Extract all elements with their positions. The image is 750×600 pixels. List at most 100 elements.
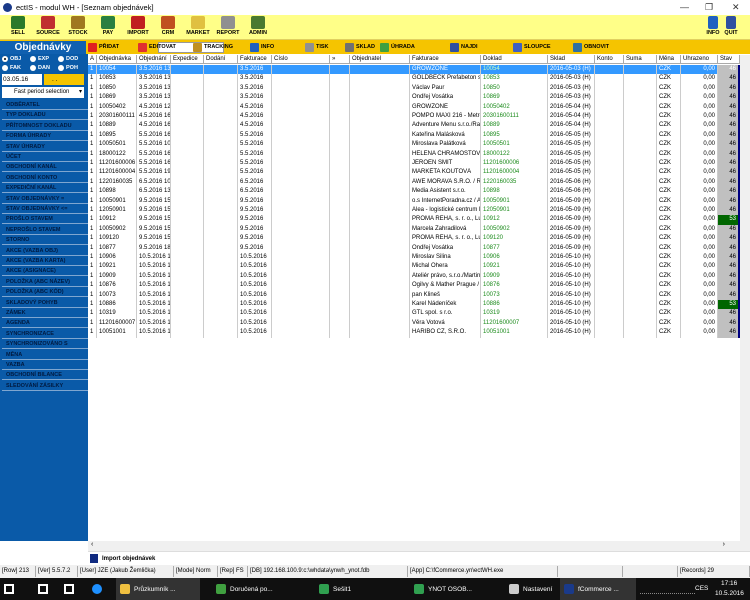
column-header[interactable]: Objednání	[137, 55, 171, 64]
column-header[interactable]: Suma	[624, 55, 657, 64]
column-header[interactable]: Měna	[657, 55, 681, 64]
table-row[interactable]: 1 10886 10.5.2016 1 10.5.2016 Karel Nádeníče…	[88, 300, 740, 310]
action-5-button[interactable]: SKLAD	[345, 42, 383, 52]
action-2-button[interactable]: TRACKING	[193, 42, 241, 52]
column-header[interactable]: Stav	[718, 55, 740, 64]
column-header[interactable]: Expedice	[171, 55, 204, 64]
column-header[interactable]: Konto	[595, 55, 624, 64]
scroll-left-icon[interactable]: ‹	[91, 541, 93, 548]
scroll-right-icon[interactable]: ›	[723, 541, 725, 548]
sidebar-filter-item[interactable]: STAV OBJEDNÁVKY <=	[2, 205, 88, 214]
sidebar-filter-item[interactable]: OBCHODNÍ KONTO	[2, 173, 88, 183]
sidebar-filter-item[interactable]: POLOŽKA (ABC KÓD)	[2, 288, 88, 298]
sidebar-filter-item[interactable]: SYNCHRONIZOVÁNO S	[2, 340, 88, 350]
sidebar-filter-item[interactable]: OBCHODNÍ KANÁL	[2, 163, 88, 173]
toolbar-report-button[interactable]: REPORT	[213, 16, 243, 36]
sidebar-filter-item[interactable]: AGENDA	[2, 319, 88, 329]
sidebar-filter-item[interactable]: AKCE (VAZBA OBJ)	[2, 246, 88, 256]
table-row[interactable]: 1 10073 10.5.2016 1 10.5.2016 pan Klineš 1007…	[88, 290, 740, 300]
sidebar-filter-item[interactable]: ODBĚRATEL	[2, 101, 88, 110]
radio-obj[interactable]: OBJ	[2, 56, 30, 62]
table-row[interactable]: 1 10921 10.5.2016 1 10.5.2016 Michal Ohera 10…	[88, 262, 740, 272]
toolbar-pay-button[interactable]: PAY	[93, 16, 123, 36]
language-indicator[interactable]: CES	[695, 585, 708, 592]
close-button[interactable]: ✕	[732, 2, 740, 13]
toolbar-crm-button[interactable]: CRM	[153, 16, 183, 36]
radio-fak[interactable]: FAK	[2, 65, 30, 71]
table-row[interactable]: 1 10054 3.5.2016 13 3.5.2016 GROWZONE 10054 20…	[88, 65, 740, 75]
table-row[interactable]: 1 11201600006 5.5.2016 16 5.5.2016 JEROEN SM…	[88, 159, 740, 169]
table-row[interactable]: 1 10895 5.5.2016 16 5.5.2016 Kateřina Malásk…	[88, 130, 740, 141]
table-row[interactable]: 1 10850 3.5.2016 13 3.5.2016 Václav Paur 1085…	[88, 83, 740, 94]
table-row[interactable]: 1 10853 3.5.2016 13 3.5.2016 GOLDBECK Prefab…	[88, 74, 740, 84]
sidebar-filter-item[interactable]: SKLADOVÝ POHYB	[2, 298, 88, 308]
table-row[interactable]: 1 10889 4.5.2016 16 4.5.2016 Adventure Menu …	[88, 121, 740, 131]
clock-time[interactable]: 17:16	[721, 580, 737, 587]
column-header[interactable]: A	[88, 55, 97, 64]
search-icon[interactable]	[38, 584, 48, 594]
horizontal-scrollbar[interactable]: ‹ ›	[88, 541, 750, 551]
radio-dod[interactable]: DOD	[58, 56, 86, 62]
table-row[interactable]: 1 18000122 5.5.2016 16 5.5.2016 HELENA CHRAM…	[88, 149, 740, 159]
import-panel[interactable]: Import objednávek	[88, 551, 750, 565]
sidebar-filter-item[interactable]: NEPROŠLO STAVEM	[2, 225, 88, 235]
date-to-input[interactable]: . .	[44, 74, 84, 85]
sidebar-filter-item[interactable]: POLOŽKA (ABC NÁZEV)	[2, 277, 88, 287]
action-8-button[interactable]: SLOUPCE	[513, 42, 559, 52]
toolbar-source-button[interactable]: SOURCE	[33, 16, 63, 36]
taskbar-app[interactable]: fCommerce ...	[560, 578, 636, 600]
action-4-button[interactable]: TISK	[305, 42, 337, 52]
table-row[interactable]: 1 11201600007 10.5.2016 1 10.5.2016 Věra Vot…	[88, 318, 740, 329]
radio-dan[interactable]: DAN	[30, 65, 58, 71]
table-row[interactable]: 1 10050901 9.5.2016 15 9.5.2016 o.s Internet…	[88, 196, 740, 206]
column-header[interactable]: Dodání	[204, 55, 238, 64]
clock-date[interactable]: 10.5.2016	[715, 590, 744, 597]
column-header[interactable]: Číslo	[272, 55, 330, 64]
toolbar-market-button[interactable]: MARKET	[183, 16, 213, 36]
sidebar-filter-item[interactable]: SLEDOVÁNÍ ZÁSILKY	[2, 381, 88, 391]
action-0-button[interactable]: PŘIDAT	[88, 42, 127, 52]
table-row[interactable]: 1 109120 9.5.2016 15 9.5.2016 PROMA REHA, s.…	[88, 234, 740, 244]
windows-start-icon[interactable]	[4, 584, 14, 594]
table-row[interactable]: 1 10912 9.5.2016 15 9.5.2016 PROMA REHA, s. …	[88, 215, 740, 225]
taskbar-app[interactable]: Sešit1	[315, 578, 399, 600]
sidebar-filter-item[interactable]: FORMA ÚHRADY	[2, 132, 88, 142]
date-from-input[interactable]: 03.05.16	[2, 74, 42, 85]
task-view-icon[interactable]	[64, 584, 74, 594]
action-6-button[interactable]: ÚHRADA	[380, 42, 415, 52]
sidebar-filter-item[interactable]: STAV ÚHRADY	[2, 142, 88, 152]
action-3-button[interactable]: INFO	[250, 42, 282, 52]
column-header[interactable]: »	[330, 55, 350, 64]
table-row[interactable]: 1 10319 10.5.2016 1 10.5.2016 GTL spol. s r.…	[88, 309, 740, 319]
table-row[interactable]: 1 10050501 5.5.2016 10 5.5.2016 Miroslava Pa…	[88, 140, 740, 150]
table-row[interactable]: 1 10876 10.5.2016 1 10.5.2016 Ogilvy & Mathe…	[88, 281, 740, 291]
column-header[interactable]: Fakturace	[238, 55, 272, 64]
sidebar-filter-item[interactable]: VAZBA	[2, 361, 88, 370]
sidebar-filter-item[interactable]: ÚČET	[2, 153, 88, 162]
toolbar-sell-button[interactable]: SELL	[3, 16, 33, 36]
sidebar-filter-item[interactable]: STAV OBJEDNÁVKY =	[2, 194, 88, 204]
column-header[interactable]: Objednávka	[97, 55, 137, 64]
sidebar-filter-item[interactable]: ZÁMEK	[2, 309, 88, 318]
table-row[interactable]: 1 10050902 9.5.2016 15 9.5.2016 Marcela Zahr…	[88, 224, 740, 235]
sidebar-filter-item[interactable]: TYP DOKLADU	[2, 111, 88, 121]
sidebar-filter-item[interactable]: PROŠLO STAVEM	[2, 215, 88, 225]
sidebar-filter-item[interactable]: MĚNA	[2, 350, 88, 360]
action-9-button[interactable]: OBNOVIT	[573, 42, 609, 52]
table-row[interactable]: 1 1220160035 6.5.2016 10 6.5.2016 AWE MORAVA…	[88, 177, 740, 188]
table-row[interactable]: 1 20301600111 4.5.2016 16 4.5.2016 POMPO MAX…	[88, 112, 740, 122]
action-1-button[interactable]: EDITOVAT	[138, 42, 184, 52]
column-header[interactable]: Sklad	[548, 55, 595, 64]
vertical-scrollbar[interactable]	[740, 55, 750, 541]
radio-poh[interactable]: POH	[58, 65, 86, 71]
taskbar-app[interactable]: Průzkumník ...	[116, 578, 200, 600]
table-row[interactable]: 1 10906 10.5.2016 1 10.5.2016 Miroslav Šilin…	[88, 253, 740, 263]
table-row[interactable]: 1 10909 10.5.2016 1 10.5.2016 Ateliér právo,…	[88, 271, 740, 282]
sidebar-filter-item[interactable]: SYNCHRONIZACE	[2, 329, 88, 339]
sidebar-filter-item[interactable]: OBCHODNÍ BILANCE	[2, 371, 88, 381]
column-header[interactable]: Objednatel	[350, 55, 410, 64]
toolbar-stock-button[interactable]: STOCK	[63, 16, 93, 36]
minimize-button[interactable]: —	[680, 2, 689, 12]
taskbar-app[interactable]: Doručená po...	[212, 578, 296, 600]
edge-icon[interactable]	[92, 584, 102, 594]
